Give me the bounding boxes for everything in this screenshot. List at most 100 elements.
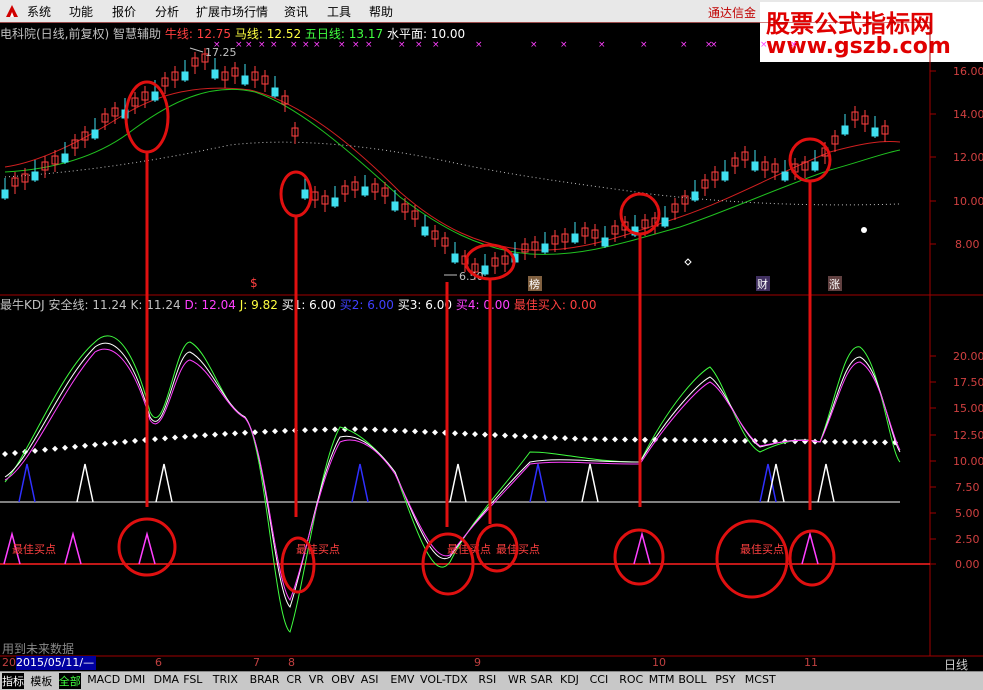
price-tick-8: 8.00 bbox=[955, 238, 980, 251]
menu-news[interactable]: 资讯 bbox=[284, 3, 308, 20]
safety-dot bbox=[302, 427, 308, 434]
best-buy-signal bbox=[633, 531, 651, 565]
safety-dot bbox=[762, 438, 768, 445]
candle-body bbox=[391, 201, 399, 211]
safety-dot bbox=[262, 428, 268, 435]
menu-quote[interactable]: 报价 bbox=[112, 3, 136, 20]
indicator-tab-cr[interactable]: CR bbox=[286, 673, 301, 686]
safety-dot bbox=[332, 426, 338, 433]
safety-dot bbox=[562, 435, 568, 442]
indicator-tab-psy[interactable]: PSY bbox=[715, 673, 735, 686]
safety-dot bbox=[432, 429, 438, 436]
indicator-tab-dmi[interactable]: DMI bbox=[124, 673, 145, 686]
indicator-tab-asi[interactable]: ASI bbox=[361, 673, 379, 686]
candle-body bbox=[181, 71, 189, 81]
indicator-tab-macd[interactable]: MACD bbox=[87, 673, 120, 686]
indicator-tab-fsl[interactable]: FSL bbox=[183, 673, 202, 686]
buy-signal bbox=[817, 463, 835, 503]
indicator-tab-rsi[interactable]: RSI bbox=[478, 673, 496, 686]
safety-dot bbox=[842, 438, 848, 445]
indicator-tab-trix[interactable]: TRIX bbox=[213, 673, 238, 686]
price-tick-10: 10.00 bbox=[953, 195, 983, 208]
indicator-tab-obv[interactable]: OBV bbox=[331, 673, 354, 686]
indicator-tab-cci[interactable]: CCI bbox=[590, 673, 609, 686]
month-label-7: 7 bbox=[253, 656, 260, 669]
indicator-tab-模板[interactable]: 模板 bbox=[30, 673, 52, 689]
kdj-tick-7-5: 7.50 bbox=[955, 481, 980, 494]
safety-dot bbox=[452, 430, 458, 437]
indicator-tab-brar[interactable]: BRAR bbox=[250, 673, 280, 686]
indicator-tab-kdj[interactable]: KDJ bbox=[560, 673, 579, 686]
safety-dot bbox=[162, 435, 168, 442]
high-price-label: 17.25 bbox=[205, 46, 237, 59]
price-tick-16: 16.00 bbox=[953, 65, 983, 78]
buy-signal bbox=[18, 463, 36, 503]
menu-system[interactable]: 系统 bbox=[27, 3, 51, 20]
safety-dot bbox=[832, 438, 838, 445]
price-diamond bbox=[684, 258, 692, 266]
indicator-tab-emv[interactable]: EMV bbox=[390, 673, 414, 686]
safety-dot bbox=[322, 426, 328, 433]
event-marker-finance[interactable]: 财 bbox=[757, 277, 768, 291]
event-marker-bang[interactable]: 榜 bbox=[529, 277, 540, 291]
best-buy-signal bbox=[64, 531, 82, 565]
signal-marker: × bbox=[365, 40, 373, 50]
indicator-tab-wr[interactable]: WR bbox=[508, 673, 527, 686]
event-marker-dollar[interactable]: $ bbox=[250, 276, 258, 290]
menu-tools[interactable]: 工具 bbox=[327, 3, 351, 20]
price-dot bbox=[861, 227, 867, 233]
indicator-tab-sar[interactable]: SAR bbox=[530, 673, 552, 686]
indicator-tab-vr[interactable]: VR bbox=[309, 673, 324, 686]
event-marker-rise[interactable]: 涨 bbox=[829, 278, 840, 291]
signal-marker: × bbox=[338, 40, 346, 50]
safety-dot bbox=[712, 437, 718, 444]
buy-signal bbox=[529, 463, 547, 503]
safety-dot bbox=[722, 437, 728, 444]
candle-body bbox=[271, 87, 279, 97]
best-buy-signal bbox=[138, 531, 156, 565]
indicator-tab-mcst[interactable]: MCST bbox=[745, 673, 776, 686]
safety-dot bbox=[882, 439, 888, 446]
candle-body bbox=[301, 189, 309, 199]
safety-dot bbox=[282, 427, 288, 434]
buy-signal bbox=[351, 463, 369, 503]
indicator-tab-roc[interactable]: ROC bbox=[619, 673, 643, 686]
indicator-tab-mtm[interactable]: MTM bbox=[649, 673, 675, 686]
indicator-tab-boll[interactable]: BOLL bbox=[678, 673, 706, 686]
buy-signal-triangles bbox=[3, 463, 835, 565]
indicator-tab-dma[interactable]: DMA bbox=[154, 673, 180, 686]
candle-body bbox=[571, 233, 579, 243]
signal-marker: × bbox=[598, 40, 606, 50]
menu-analysis[interactable]: 分析 bbox=[155, 3, 179, 20]
kdj-tick-2-5: 2.50 bbox=[955, 533, 980, 546]
indicator-tab-指标[interactable]: 指标 bbox=[2, 673, 24, 689]
buy-signal bbox=[767, 463, 785, 503]
indicator-tab-全部[interactable]: 全部 bbox=[58, 673, 81, 689]
candle-body bbox=[151, 91, 159, 101]
signal-marker: × bbox=[640, 40, 648, 50]
safety-dot bbox=[72, 443, 78, 450]
signal-marker: × bbox=[302, 40, 310, 50]
candle-body bbox=[1, 189, 9, 199]
best-buy-label-1: 最佳买点 bbox=[12, 542, 56, 556]
safety-dot bbox=[862, 439, 868, 446]
candlesticks: × × × × × × × × × × × × × × × × × × × × ×× × × bbox=[1, 40, 889, 280]
menu-function[interactable]: 功能 bbox=[69, 3, 93, 20]
signal-marker: × bbox=[790, 40, 798, 50]
y-tick-marks bbox=[930, 70, 936, 565]
safety-dot bbox=[542, 434, 548, 441]
month-label-11: 11 bbox=[804, 656, 818, 669]
annotation-circle bbox=[613, 528, 665, 586]
indicator-tab-vol-tdx[interactable]: VOL-TDX bbox=[420, 673, 468, 686]
chart-canvas[interactable]: × × × × × × × × × × × × × × × × × × × × ×× × × 17.25 6.50 $ 榜 … bbox=[0, 22, 983, 671]
signal-marker: × bbox=[415, 40, 423, 50]
menu-extended-market[interactable]: 扩展市场行情 bbox=[196, 3, 268, 20]
candle-body bbox=[241, 75, 249, 85]
candle-body bbox=[31, 171, 39, 181]
safety-dot bbox=[512, 432, 518, 439]
safety-dot bbox=[242, 429, 248, 436]
kdj-tick-17-5: 17.50 bbox=[953, 376, 983, 389]
menu-help[interactable]: 帮助 bbox=[369, 3, 393, 20]
candle-body bbox=[211, 69, 219, 79]
safety-dot bbox=[462, 430, 468, 437]
